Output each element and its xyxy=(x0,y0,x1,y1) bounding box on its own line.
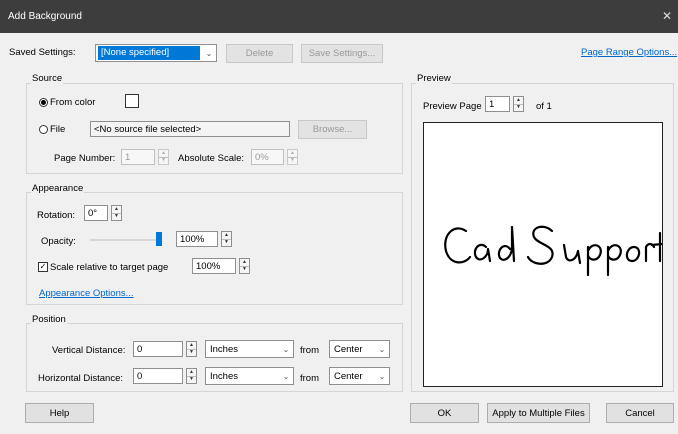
saved-settings-dropdown[interactable]: [None specified] ⌄ xyxy=(95,44,217,62)
horizontal-distance-stepper[interactable]: ▲ ▼ xyxy=(186,368,197,384)
cancel-button[interactable]: Cancel xyxy=(606,403,674,423)
spin-down-icon[interactable]: ▼ xyxy=(514,103,523,112)
spin-down-icon[interactable]: ▼ xyxy=(187,375,196,384)
vertical-from-value: Center xyxy=(334,343,363,355)
absolute-scale-label: Absolute Scale: xyxy=(178,153,245,164)
chevron-down-icon: ⌄ xyxy=(282,344,290,354)
rotation-label: Rotation: xyxy=(37,210,76,221)
appearance-group-label: Appearance xyxy=(31,183,85,194)
handwritten-signature xyxy=(444,225,674,277)
opacity-stepper[interactable]: ▲ ▼ xyxy=(221,231,232,247)
saved-settings-value: [None specified] xyxy=(98,46,200,60)
source-group-label: Source xyxy=(31,73,64,84)
vertical-units-dropdown[interactable]: Inches ⌄ xyxy=(205,340,294,358)
title-bar: Add Background ✕ xyxy=(0,0,678,33)
page-range-options-link[interactable]: Page Range Options... xyxy=(581,47,677,58)
from-color-radio[interactable] xyxy=(39,98,48,107)
opacity-slider-thumb[interactable] xyxy=(156,232,162,246)
window-title: Add Background xyxy=(8,11,82,22)
chevron-down-icon: ⌄ xyxy=(282,371,290,381)
source-file-field[interactable]: <No source file selected> xyxy=(90,121,290,137)
spin-down-icon[interactable]: ▼ xyxy=(240,265,249,274)
preview-page-label: Preview Page xyxy=(423,101,482,112)
page-number-stepper[interactable]: ▲ ▼ xyxy=(158,149,169,165)
spin-down-icon[interactable]: ▼ xyxy=(187,348,196,357)
horizontal-units-dropdown[interactable]: Inches ⌄ xyxy=(205,367,294,385)
horizontal-units-value: Inches xyxy=(210,370,238,382)
opacity-label: Opacity: xyxy=(41,236,76,247)
vertical-distance-stepper[interactable]: ▲ ▼ xyxy=(186,341,197,357)
vertical-units-value: Inches xyxy=(210,343,238,355)
vertical-from-label: from xyxy=(300,345,319,356)
absolute-scale-input[interactable]: 0% xyxy=(251,149,284,165)
page-number-label: Page Number: xyxy=(54,153,116,164)
spin-down-icon[interactable]: ▼ xyxy=(159,156,168,165)
chevron-down-icon: ⌄ xyxy=(378,371,386,381)
spin-down-icon[interactable]: ▼ xyxy=(222,238,231,247)
file-label: File xyxy=(50,124,66,135)
chevron-down-icon: ⌄ xyxy=(205,48,213,58)
opacity-input[interactable]: 100% xyxy=(176,231,218,247)
vertical-from-dropdown[interactable]: Center ⌄ xyxy=(329,340,390,358)
page-number-input[interactable]: 1 xyxy=(121,149,155,165)
delete-button[interactable]: Delete xyxy=(226,44,293,63)
ok-button[interactable]: OK xyxy=(410,403,479,423)
from-color-label: From color xyxy=(50,97,96,108)
color-swatch-button[interactable] xyxy=(125,94,139,108)
position-group-label: Position xyxy=(31,314,67,325)
apply-to-multiple-files-button[interactable]: Apply to Multiple Files xyxy=(487,403,590,423)
help-button[interactable]: Help xyxy=(25,403,94,423)
spin-down-icon[interactable]: ▼ xyxy=(288,156,297,165)
save-settings-button[interactable]: Save Settings... xyxy=(301,44,383,63)
rotation-input[interactable]: 0° xyxy=(84,205,108,221)
file-radio[interactable] xyxy=(39,125,48,134)
absolute-scale-stepper[interactable]: ▲ ▼ xyxy=(287,149,298,165)
preview-signature-image xyxy=(444,225,674,277)
chevron-down-icon: ⌄ xyxy=(378,344,386,354)
horizontal-from-dropdown[interactable]: Center ⌄ xyxy=(329,367,390,385)
horizontal-distance-label: Horizontal Distance: xyxy=(38,373,124,384)
opacity-slider-track[interactable] xyxy=(90,239,162,241)
preview-page-input[interactable]: 1 xyxy=(485,96,510,112)
horizontal-from-label: from xyxy=(300,373,319,384)
scale-stepper[interactable]: ▲ ▼ xyxy=(239,258,250,274)
vertical-distance-input[interactable]: 0 xyxy=(133,341,183,357)
scale-relative-label: Scale relative to target page xyxy=(50,262,169,273)
preview-page-stepper[interactable]: ▲ ▼ xyxy=(513,96,524,112)
appearance-options-link[interactable]: Appearance Options... xyxy=(39,288,134,299)
preview-page xyxy=(423,122,674,387)
rotation-stepper[interactable]: ▲ ▼ xyxy=(111,205,122,221)
horizontal-distance-input[interactable]: 0 xyxy=(133,368,183,384)
horizontal-from-value: Center xyxy=(334,370,363,382)
scale-relative-checkbox[interactable]: ✓ xyxy=(38,262,48,272)
scale-input[interactable]: 100% xyxy=(192,258,236,274)
preview-page-count: of 1 xyxy=(536,101,552,112)
close-icon[interactable]: ✕ xyxy=(662,9,672,23)
vertical-distance-label: Vertical Distance: xyxy=(52,345,126,356)
browse-button[interactable]: Browse... xyxy=(298,120,367,139)
preview-group-label: Preview xyxy=(416,73,452,84)
saved-settings-label: Saved Settings: xyxy=(9,47,76,58)
checkmark-icon: ✓ xyxy=(39,262,47,271)
spin-down-icon[interactable]: ▼ xyxy=(112,212,121,221)
